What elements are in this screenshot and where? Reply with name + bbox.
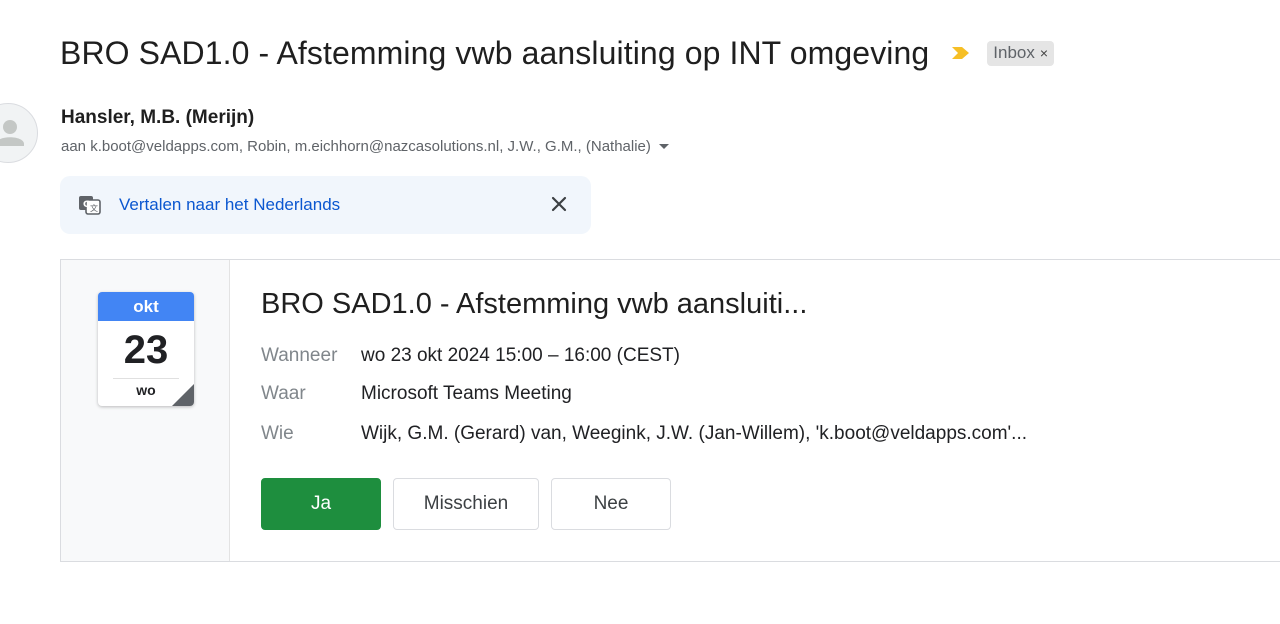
rsvp-no-button[interactable]: Nee bbox=[551, 478, 671, 530]
calendar-panel: okt 23 wo bbox=[61, 260, 230, 561]
calendar-invite-card: okt 23 wo BRO SAD1.0 - Afstemming vwb aa… bbox=[60, 259, 1280, 562]
calendar-month: okt bbox=[98, 292, 194, 321]
subject-row: BRO SAD1.0 - Afstemming vwb aansluiting … bbox=[60, 30, 1055, 76]
detail-value: wo 23 okt 2024 15:00 – 16:00 (CEST) bbox=[361, 345, 680, 366]
show-details-chevron-down-icon[interactable] bbox=[658, 144, 669, 149]
detail-row-when: Wanneer wo 23 okt 2024 15:00 – 16:00 (CE… bbox=[261, 345, 680, 367]
detail-value: Wijk, G.M. (Gerard) van, Weegink, J.W. (… bbox=[361, 423, 1028, 444]
close-icon[interactable] bbox=[547, 192, 571, 216]
importance-marker-icon[interactable] bbox=[951, 45, 971, 61]
rsvp-yes-button[interactable]: Ja bbox=[261, 478, 381, 530]
translate-bar: G 文 Vertalen naar het Nederlands bbox=[60, 176, 591, 234]
rsvp-maybe-button[interactable]: Misschien bbox=[393, 478, 539, 530]
event-title[interactable]: BRO SAD1.0 - Afstemming vwb aansluiti... bbox=[261, 288, 807, 321]
remove-label-button[interactable]: × bbox=[1040, 46, 1048, 60]
sender-name[interactable]: Hansler, M.B. (Merijn) bbox=[61, 107, 254, 129]
translate-icon: G 文 bbox=[79, 196, 101, 215]
calendar-day: 23 bbox=[123, 328, 169, 372]
recipients-line: aan k.boot@veldapps.com, Robin, m.eichho… bbox=[61, 138, 669, 155]
detail-key: Wanneer bbox=[261, 345, 338, 366]
avatar-person-icon bbox=[0, 120, 24, 146]
calendar-divider bbox=[113, 378, 179, 379]
inbox-label-chip: Inbox × bbox=[987, 40, 1055, 66]
detail-key: Wie bbox=[261, 423, 294, 444]
recipients-text: aan k.boot@veldapps.com, Robin, m.eichho… bbox=[61, 138, 651, 155]
email-subject: BRO SAD1.0 - Afstemming vwb aansluiting … bbox=[60, 34, 930, 71]
detail-key: Waar bbox=[261, 383, 306, 404]
label-text: Inbox bbox=[993, 42, 1035, 62]
calendar-page-fold bbox=[172, 384, 194, 406]
avatar[interactable] bbox=[0, 103, 38, 163]
detail-row-who: Wie Wijk, G.M. (Gerard) van, Weegink, J.… bbox=[261, 423, 1027, 445]
detail-value: Microsoft Teams Meeting bbox=[361, 383, 572, 404]
detail-row-where: Waar Microsoft Teams Meeting bbox=[261, 383, 572, 405]
translate-link[interactable]: Vertalen naar het Nederlands bbox=[119, 195, 340, 215]
calendar-icon: okt 23 wo bbox=[98, 292, 194, 406]
svg-text:文: 文 bbox=[90, 203, 98, 213]
